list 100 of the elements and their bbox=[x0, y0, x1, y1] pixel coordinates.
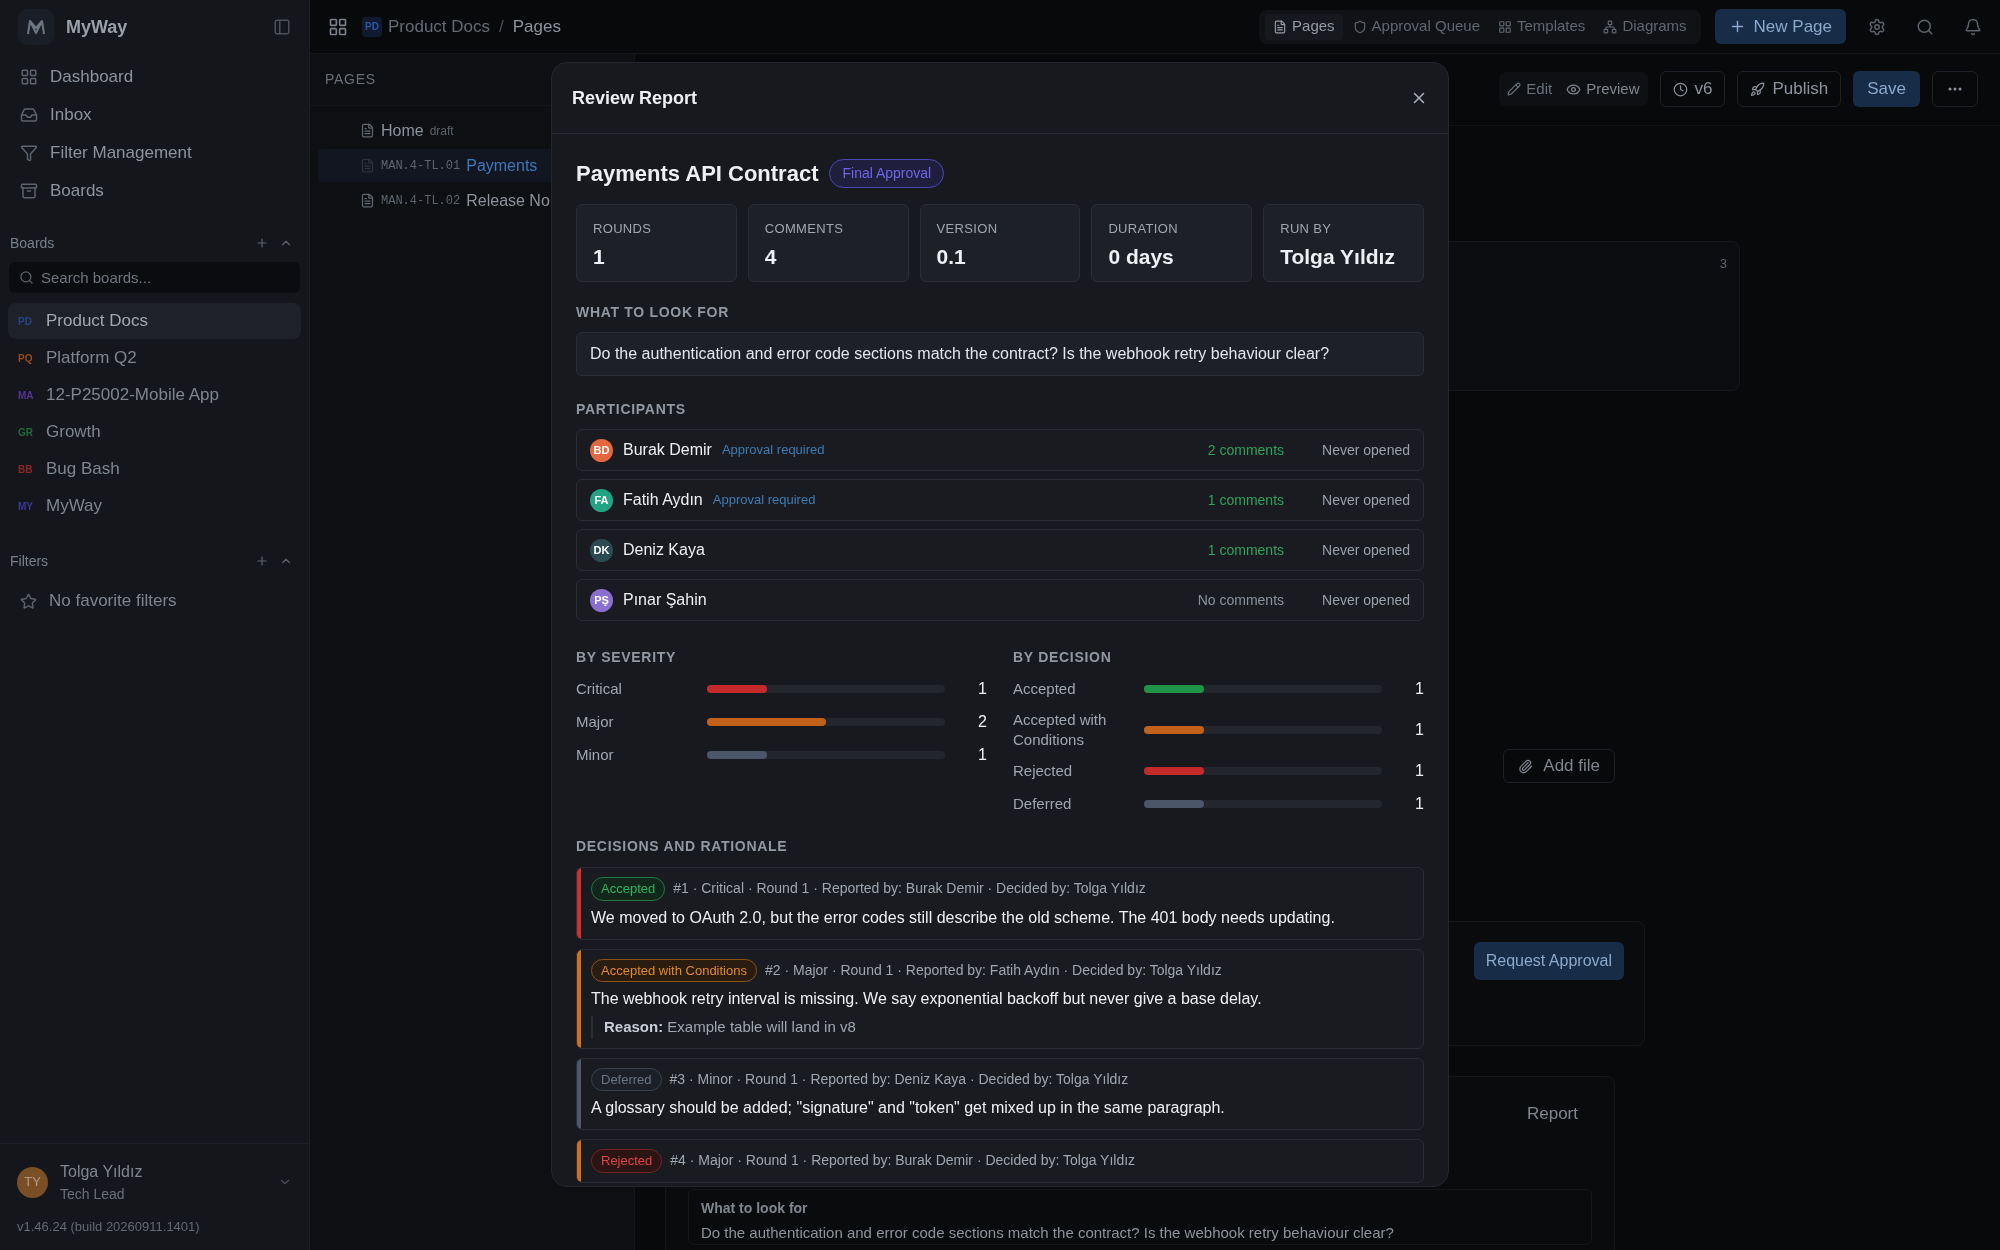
nav-tab[interactable]: Diagrams bbox=[1595, 13, 1695, 40]
look-for-text: Do the authentication and error code sections match the contract? Is the webhook retry behaviour clear? bbox=[701, 1222, 1395, 1243]
approval-label: Approval required bbox=[712, 491, 816, 510]
decision-label: Accepted with Conditions bbox=[1013, 710, 1108, 750]
decision-text: The webhook retry interval is missing. We say exponential backoff but never give a base delay. bbox=[591, 989, 1263, 1009]
report-tab[interactable]: Report bbox=[1526, 1101, 1578, 1127]
board-item[interactable]: MY MyWay bbox=[8, 488, 301, 524]
version-button[interactable]: v6 bbox=[1659, 71, 1726, 107]
new-page-button[interactable]: New Page bbox=[1714, 9, 1846, 44]
section-heading: PARTICIPANTS bbox=[576, 400, 687, 419]
board-item[interactable]: GR Growth bbox=[8, 414, 301, 450]
open-status: Never opened bbox=[1322, 590, 1410, 610]
clock-icon bbox=[1672, 81, 1688, 97]
page-title: Release No bbox=[466, 190, 550, 211]
edit-button[interactable]: Edit bbox=[1507, 77, 1553, 101]
funnel-icon bbox=[20, 144, 38, 162]
star-icon bbox=[20, 592, 37, 610]
comment-count: 2 comments bbox=[1207, 440, 1285, 460]
preview-button[interactable]: Preview bbox=[1566, 77, 1640, 101]
archive-icon bbox=[20, 182, 38, 200]
add-icon[interactable] bbox=[255, 554, 269, 568]
board-initials: PQ bbox=[18, 351, 34, 366]
open-status: Never opened bbox=[1322, 440, 1410, 460]
nav-tab[interactable]: Approval Queue bbox=[1344, 13, 1488, 40]
breadcrumb-separator: / bbox=[499, 15, 504, 38]
breadcrumb-current: Pages bbox=[512, 15, 561, 38]
page-item[interactable]: Home draft bbox=[318, 114, 626, 147]
section-label: Filters bbox=[10, 551, 49, 571]
grid-icon bbox=[20, 68, 38, 86]
board-item[interactable]: PQ Platform Q2 bbox=[8, 340, 301, 376]
grid-icon[interactable] bbox=[328, 16, 348, 37]
nav-tab[interactable]: Templates bbox=[1490, 13, 1594, 40]
add-file-button[interactable]: Add file bbox=[1503, 749, 1615, 783]
document-icon bbox=[360, 158, 375, 173]
severity-count: 1 bbox=[977, 679, 987, 699]
more-icon bbox=[1948, 87, 1962, 91]
nav-item[interactable]: Dashboard bbox=[10, 58, 299, 96]
nav-item[interactable]: Inbox bbox=[10, 96, 299, 134]
panel-title: PAGES bbox=[325, 70, 376, 89]
page-code: MAN.4-TL.01 bbox=[381, 157, 461, 175]
nav-item[interactable]: Filter Management bbox=[10, 134, 299, 172]
inbox-icon bbox=[20, 106, 38, 124]
section-heading: BY SEVERITY bbox=[576, 648, 678, 667]
nav-item[interactable]: Boards bbox=[10, 172, 299, 210]
decision-badge: Deferred bbox=[591, 1067, 662, 1091]
decision-label: Accepted bbox=[1013, 679, 1077, 699]
search-field[interactable]: Search boards... bbox=[9, 262, 300, 293]
participant-name: Pınar Şahin bbox=[623, 590, 707, 610]
count-label: 3 bbox=[1719, 255, 1727, 273]
board-item[interactable]: MA 12-P25002-Mobile App bbox=[8, 377, 301, 413]
request-approval-button[interactable]: Request Approval bbox=[1473, 942, 1624, 980]
board-initials: BB bbox=[18, 462, 34, 477]
decision-count: 1 bbox=[1414, 720, 1424, 740]
severity-label: Major bbox=[576, 711, 615, 732]
decision-badge: Rejected bbox=[591, 1149, 663, 1173]
section-label: Boards bbox=[10, 233, 55, 253]
participant-avatar: FA bbox=[590, 488, 613, 512]
board-badge: PD bbox=[362, 16, 382, 37]
panel-toggle-icon[interactable] bbox=[273, 18, 291, 36]
stat-value: 0.1 bbox=[936, 243, 967, 270]
nav-tab[interactable]: Pages bbox=[1265, 13, 1343, 40]
save-button[interactable]: Save bbox=[1853, 71, 1920, 107]
publish-button[interactable]: Publish bbox=[1737, 71, 1842, 107]
breadcrumb-link[interactable]: Product Docs bbox=[388, 13, 491, 40]
decision-meta: #3 · Minor · Round 1 · Reported by: Deniz Kaya · Decided by: Tolga Yıldız bbox=[669, 1069, 1129, 1089]
decision-label: Deferred bbox=[1013, 794, 1073, 814]
search-icon[interactable] bbox=[1916, 17, 1934, 36]
decision-badge: Accepted bbox=[591, 877, 666, 901]
participant-name: Deniz Kaya bbox=[623, 540, 705, 560]
board-initials: GR bbox=[18, 425, 34, 440]
bell-icon[interactable] bbox=[1964, 17, 1982, 36]
comment-count: 1 comments bbox=[1207, 540, 1285, 560]
board-item[interactable]: BB Bug Bash bbox=[8, 451, 301, 487]
user-avatar[interactable]: TY bbox=[17, 1166, 48, 1198]
user-name: Tolga Yıldız bbox=[60, 1161, 143, 1182]
decision-text: We moved to OAuth 2.0, but the error codes still describe the old scheme. The 401 body needs updating. bbox=[591, 907, 1336, 928]
board-initials: PD bbox=[18, 314, 33, 329]
user-role: Tech Lead bbox=[60, 1184, 126, 1204]
severity-count: 1 bbox=[977, 745, 987, 765]
open-status: Never opened bbox=[1322, 540, 1410, 560]
stat-label: ROUNDS bbox=[593, 220, 653, 238]
stat-label: RUN BY bbox=[1280, 220, 1333, 238]
participant-name: Burak Demir bbox=[623, 440, 712, 460]
decision-count: 1 bbox=[1414, 761, 1424, 781]
participant-avatar: DK bbox=[590, 538, 613, 562]
severity-count: 2 bbox=[977, 712, 987, 732]
empty-message: No favorite filters bbox=[49, 590, 177, 613]
decision-count: 1 bbox=[1414, 794, 1424, 814]
stage-badge: Final Approval bbox=[829, 159, 945, 188]
document-icon bbox=[1273, 19, 1288, 34]
settings-icon[interactable] bbox=[1868, 17, 1886, 36]
draft-tag: draft bbox=[429, 121, 454, 140]
add-icon[interactable] bbox=[255, 236, 269, 250]
page-title: Payments bbox=[466, 155, 538, 176]
decision-meta: #4 · Major · Round 1 · Reported by: Burak Demir · Decided by: Tolga Yıldız bbox=[670, 1151, 1136, 1171]
board-item[interactable]: PD Product Docs bbox=[8, 303, 301, 339]
severity-label: Critical bbox=[576, 678, 623, 699]
grid-icon bbox=[1498, 19, 1512, 34]
paperclip-icon bbox=[1518, 758, 1534, 774]
decision-text: A glossary should be added; "signature" and "token" get mixed up in the same paragraph. bbox=[591, 1098, 1226, 1118]
